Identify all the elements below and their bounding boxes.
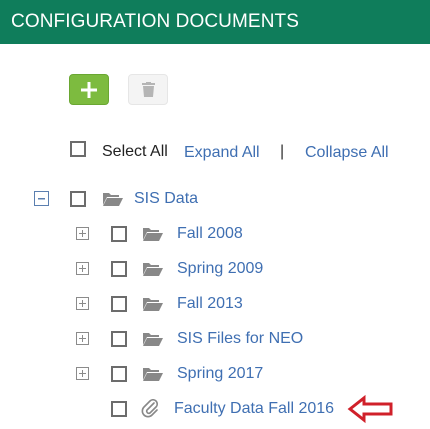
checkbox-faculty-data-fall-2016[interactable]: [111, 401, 127, 417]
minus-icon: [38, 198, 45, 200]
tree-label-spring-2009[interactable]: Spring 2009: [177, 260, 263, 278]
tree-label-sis-data[interactable]: SIS Data: [134, 190, 198, 208]
checkbox-spring-2017[interactable]: [111, 366, 127, 382]
folder-open-icon: [143, 263, 163, 276]
tree-label-spring-2017[interactable]: Spring 2017: [177, 365, 263, 383]
checkbox-fall-2008[interactable]: [111, 226, 127, 242]
trash-icon: [142, 82, 155, 97]
link-separator: |: [280, 143, 285, 160]
delete-button[interactable]: [128, 74, 168, 105]
folder-open-icon: [143, 368, 163, 381]
expand-toggle-fall-2008[interactable]: [76, 227, 89, 240]
add-button[interactable]: [69, 74, 109, 105]
folder-open-icon: [103, 193, 123, 206]
plus-small-icon: [79, 265, 86, 272]
expand-toggle-sis-files-for-neo[interactable]: [76, 332, 89, 345]
tree-label-sis-files-for-neo[interactable]: SIS Files for NEO: [177, 330, 303, 348]
checkbox-fall-2013[interactable]: [111, 296, 127, 312]
tree-label-fall-2013[interactable]: Fall 2013: [177, 295, 243, 313]
folder-open-icon: [143, 298, 163, 311]
collapse-toggle-sis-data[interactable]: [34, 191, 49, 206]
red-arrow-icon: [347, 394, 393, 424]
plus-small-icon: [79, 335, 86, 342]
select-all-label[interactable]: Select All: [102, 143, 168, 161]
checkbox-sis-data[interactable]: [70, 191, 86, 207]
page-header: CONFIGURATION DOCUMENTS: [0, 0, 430, 44]
tree-label-fall-2008[interactable]: Fall 2008: [177, 225, 243, 243]
plus-icon: [81, 82, 97, 98]
expand-all-link[interactable]: Expand All: [184, 144, 260, 162]
collapse-all-link[interactable]: Collapse All: [305, 144, 389, 162]
page-title: CONFIGURATION DOCUMENTS: [11, 11, 299, 32]
select-all-checkbox[interactable]: [70, 141, 86, 157]
checkbox-sis-files-for-neo[interactable]: [111, 331, 127, 347]
expand-toggle-fall-2013[interactable]: [76, 297, 89, 310]
paperclip-icon: [141, 399, 159, 418]
expand-toggle-spring-2009[interactable]: [76, 262, 89, 275]
folder-open-icon: [143, 333, 163, 346]
plus-small-icon: [79, 230, 86, 237]
tree-label-faculty-data-fall-2016[interactable]: Faculty Data Fall 2016: [174, 400, 334, 418]
plus-small-icon: [79, 370, 86, 377]
checkbox-spring-2009[interactable]: [111, 261, 127, 277]
plus-small-icon: [79, 300, 86, 307]
expand-toggle-spring-2017[interactable]: [76, 367, 89, 380]
folder-open-icon: [143, 228, 163, 241]
